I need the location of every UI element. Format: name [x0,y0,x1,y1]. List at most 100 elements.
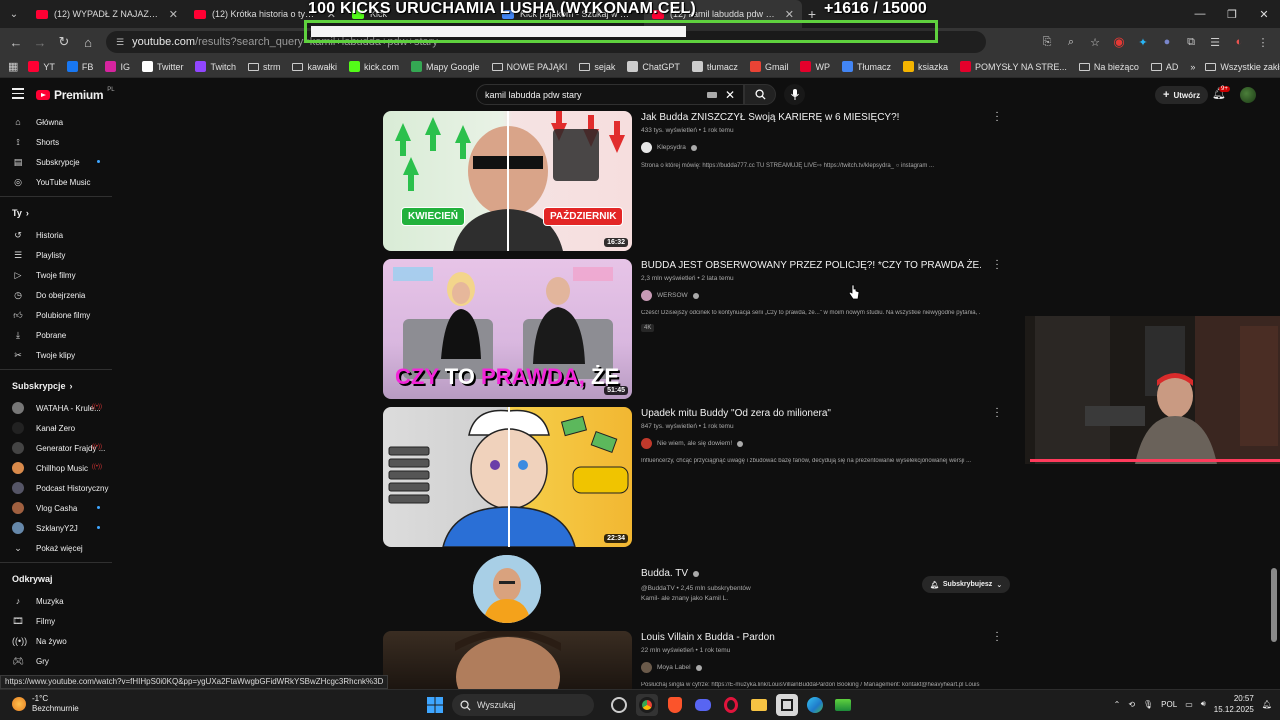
sidebar-item-downloads[interactable]: ⤓ Pobrane [0,325,112,345]
bookmark-item[interactable]: tłumacz [691,61,738,72]
obs-icon[interactable] [608,694,630,716]
capcut-icon[interactable] [776,694,798,716]
bookmark-item[interactable]: AD [1150,62,1178,72]
sidebar-subscription-item[interactable]: Podcast Historyczny [0,478,112,498]
sidebar-section-you[interactable]: Ty › [0,201,112,225]
bookmark-item[interactable]: Tłumacz [841,61,891,72]
menu-icon[interactable] [12,88,24,102]
page-scrollbar[interactable] [1271,568,1277,642]
sidebar-item-movies[interactable]: 🎞︎ Filmy [0,611,112,631]
channel-link[interactable]: Nie wiem, ale się dowiem! [641,438,981,449]
menu-dots-icon[interactable]: ⋮ [1254,33,1272,51]
extensions-puzzle-icon[interactable]: ⧉ [1182,33,1200,51]
system-clock[interactable]: 20:57 15.12.2025 [1214,693,1254,715]
sidebar-item-home[interactable]: ⌂ Główna [0,112,112,132]
sidebar-item-your-videos[interactable]: ▷ Twoje filmy [0,265,112,285]
close-window-icon[interactable]: ✕ [1248,8,1280,21]
app-icon[interactable] [832,694,854,716]
create-button[interactable]: + Utwórz [1155,86,1209,104]
profile-icon[interactable]: ◐ [1230,33,1248,51]
search-button[interactable] [744,84,776,105]
sidebar-subscription-item[interactable]: Chillhop Music ((•)) [0,458,112,478]
sidebar-section-subscriptions[interactable]: Subskrypcje › [0,374,112,398]
sidebar-item-playlists[interactable]: ☰ Playlisty [0,245,112,265]
bookmark-item[interactable]: kick.com [349,61,399,72]
video-thumbnail[interactable] [383,631,632,689]
sidebar-subscription-item[interactable]: Kanał Zero [0,418,112,438]
sidebar-item-gaming[interactable]: 🎮︎ Gry [0,651,112,671]
brave-icon[interactable] [664,694,686,716]
video-result[interactable]: KWIECIEŃ PAŹDZIERNIK 16:32 Jak Budda ZNI… [383,108,1008,251]
video-result[interactable]: 22:34 Upadek mitu Buddy "Od zera do mili… [383,404,1008,547]
youtube-logo[interactable]: Premium PL [36,87,115,102]
more-bookmarks-icon[interactable]: » [1190,62,1195,72]
bookmark-item[interactable]: IG [105,61,130,72]
sidebar-item-live[interactable]: ((•)) Na żywo [0,631,112,651]
sync-icon[interactable]: ⟲ [1128,700,1135,709]
close-icon[interactable]: ✕ [785,8,794,21]
keyboard-icon[interactable] [706,91,717,98]
reload-icon[interactable]: ↻ [52,30,76,54]
sidebar-subscription-item[interactable]: SzklanyY2J [0,518,112,538]
more-actions-icon[interactable]: · · · [994,631,1000,646]
channel-result[interactable]: Budda. TV @BuddaTV • 2,45 mln subskryben… [383,554,1011,624]
sidebar-show-more[interactable]: ⌄ Pokaż więcej [0,538,112,558]
bookmark-item[interactable]: FB [66,61,93,72]
apps-grid-icon[interactable]: ▦ [8,58,18,76]
bookmark-item[interactable]: strm [247,62,280,72]
edge-icon[interactable] [804,694,826,716]
sidebar-item-music[interactable]: ◎ YouTube Music [0,172,112,192]
language-indicator[interactable]: POL [1161,700,1177,709]
browser-tab[interactable]: (12) WYPADŁ Z NAJAZDU | Pie ✕ [28,0,186,28]
voice-search-button[interactable] [784,84,805,105]
bookmark-all[interactable]: Wszystkie zakładki [1205,62,1280,72]
extension-icon[interactable]: ✦ [1134,33,1152,51]
notifications-icon[interactable]: 🔔︎ [1262,700,1272,709]
maximize-icon[interactable]: ❐ [1216,8,1248,21]
clear-search-icon[interactable]: ✕ [725,88,735,102]
channel-link[interactable]: Klepsydra [641,142,981,153]
sidebar-item-shorts[interactable]: ⟟ Shorts [0,132,112,152]
sidebar-item-subscriptions[interactable]: ▤ Subskrypcje [0,152,112,172]
more-actions-icon[interactable]: · · · [994,404,1000,422]
more-actions-icon[interactable]: · · · [994,256,1000,274]
more-actions-icon[interactable]: · · · [994,108,1000,126]
channel-link[interactable]: WERSOW [641,290,981,301]
bookmark-item[interactable]: WP [800,61,830,72]
video-thumbnail[interactable]: KWIECIEŃ PAŹDZIERNIK 16:32 [383,111,632,251]
video-thumbnail[interactable]: CZY TO PRAWDA, ŻE 51:45 [383,259,632,399]
back-icon[interactable]: ← [4,30,28,54]
bookmark-item[interactable]: sejak [579,62,615,72]
chrome-icon[interactable] [636,694,658,716]
sidebar-item-clips[interactable]: ✂ Twoje klipy [0,345,112,365]
chevron-up-icon[interactable]: ⌃ [1114,700,1121,709]
forward-icon[interactable]: → [28,30,52,54]
video-title[interactable]: Jak Budda ZNISZCZYŁ Swoją KARIERĘ w 6 MI… [641,111,981,124]
bookmark-item[interactable]: POMYSŁY NA STRE... [959,61,1067,72]
record-extension-icon[interactable]: ◉ [1110,33,1128,51]
taskbar-search[interactable]: Wyszukaj [452,694,594,716]
sidebar-item-music-explore[interactable]: ♪ Muzyka [0,591,112,611]
windows-start-icon[interactable] [424,694,446,716]
bookmark-item[interactable]: ChatGPT [627,61,680,72]
sidebar-subscription-item[interactable]: Generator Frajdy ... ((•)) [0,438,112,458]
home-icon[interactable]: ⌂ [76,30,100,54]
bookmark-star-icon[interactable]: ☆ [1086,33,1104,51]
install-app-icon[interactable]: ⎘ [1038,33,1056,51]
sidebar-subscription-item[interactable]: Vlog Casha [0,498,112,518]
opera-icon[interactable] [720,694,742,716]
bookmark-item[interactable]: Gmail [749,61,788,72]
reading-list-icon[interactable]: ☰ [1206,33,1224,51]
video-result[interactable]: CZY TO PRAWDA, ŻE 51:45 BUDDA JEST OBSER… [383,256,1008,399]
bookmark-item[interactable]: Na bieżąco [1078,62,1139,72]
bookmark-item[interactable]: Twitch [195,61,236,72]
zoom-icon[interactable]: ⌕ [1062,33,1080,51]
bookmark-item[interactable]: ksiazka [902,61,948,72]
sidebar-subscription-item[interactable]: WATAHA - Krule... ((•)) [0,398,112,418]
minimize-icon[interactable]: — [1184,8,1216,21]
video-result[interactable]: Louis Villain x Budda - Pardon 22 mln wy… [383,631,1008,689]
search-input[interactable]: kamil labudda pdw stary ✕ [476,84,744,105]
bookmark-item[interactable]: Twitter [141,61,183,72]
bookmark-item[interactable]: kawałki [292,62,337,72]
account-avatar[interactable] [1240,87,1256,103]
